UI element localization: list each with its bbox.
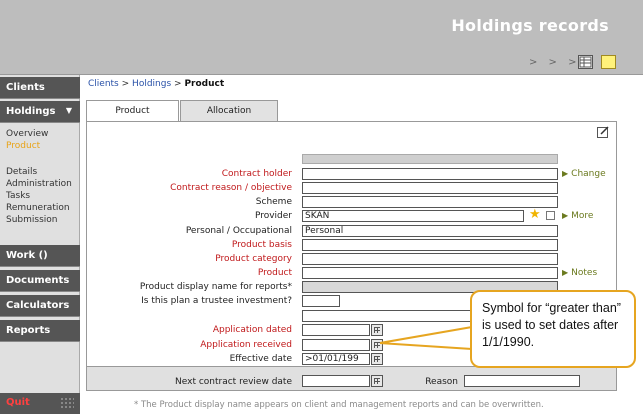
label-personal-occupational: Personal / Occupational xyxy=(185,226,292,236)
breadcrumb-sep: > xyxy=(174,79,182,89)
label-provider: Provider xyxy=(254,211,292,221)
sidebar-sub-tasks[interactable]: Tasks xyxy=(6,190,30,202)
sidebar-item-clients[interactable]: Clients xyxy=(0,77,80,99)
personal-occupational-field[interactable]: Personal xyxy=(302,225,558,237)
field-header-strip xyxy=(302,154,558,164)
label-reason: Reason xyxy=(425,377,458,387)
product-field[interactable] xyxy=(302,267,558,279)
sidebar-item-calculators[interactable]: Calculators xyxy=(0,295,80,317)
notes-link[interactable]: ▶ Notes xyxy=(562,268,597,278)
top-bar: Holdings records > > > xyxy=(0,0,643,75)
edit-icon[interactable] xyxy=(597,126,609,138)
quit-button[interactable]: Quit xyxy=(0,393,80,414)
label-product-category: Product category xyxy=(215,254,292,264)
provider-checkbox[interactable] xyxy=(546,211,555,220)
nav-arrows[interactable]: > > > xyxy=(529,57,581,68)
breadcrumb-sep: > xyxy=(121,79,130,89)
effective-date-field[interactable]: >01/01/199 xyxy=(302,353,370,365)
sidebar-sub-submission[interactable]: Submission xyxy=(6,214,58,226)
sidebar-sub-product[interactable]: Product xyxy=(6,140,40,152)
arrow-right-icon: ▶ xyxy=(562,211,569,220)
application-dated-field[interactable] xyxy=(302,324,370,336)
breadcrumb-current: Product xyxy=(184,79,225,89)
breadcrumb: Clients > Holdings > Product xyxy=(88,79,224,89)
sidebar-item-holdings[interactable]: Holdings ▼ xyxy=(0,101,80,123)
grid-view-icon[interactable] xyxy=(578,55,593,69)
chevron-down-icon: ▼ xyxy=(65,106,72,115)
reason-field[interactable] xyxy=(464,375,580,387)
sidebar: Clients Holdings ▼ Overview Product Deta… xyxy=(0,75,80,414)
sidebar-item-work[interactable]: Work () xyxy=(0,245,80,267)
trustee-field[interactable] xyxy=(302,295,340,307)
label-effective-date: Effective date xyxy=(229,354,292,364)
resize-grip-icon[interactable] xyxy=(60,397,74,409)
sidebar-sub-overview[interactable]: Overview xyxy=(6,128,48,140)
sidebar-item-reports[interactable]: Reports xyxy=(0,320,80,342)
breadcrumb-clients[interactable]: Clients xyxy=(88,79,119,89)
contract-holder-field[interactable] xyxy=(302,168,558,180)
quit-label: Quit xyxy=(6,397,30,408)
app-title: Holdings records xyxy=(451,16,609,35)
scheme-field[interactable] xyxy=(302,196,558,208)
arrow-right-icon: ▶ xyxy=(562,169,569,178)
more-link[interactable]: ▶ More xyxy=(562,211,593,221)
sidebar-sub-remuneration[interactable]: Remuneration xyxy=(6,202,70,214)
callout-pointer xyxy=(380,326,476,350)
arrow-right-icon: ▶ xyxy=(562,268,569,277)
product-basis-field[interactable] xyxy=(302,239,558,251)
label-trustee: Is this plan a trustee investment? xyxy=(141,296,292,306)
provider-field[interactable]: SKAN xyxy=(302,210,524,222)
change-link[interactable]: ▶ Change xyxy=(562,169,606,179)
sticky-note-icon[interactable] xyxy=(601,55,616,69)
label-scheme: Scheme xyxy=(255,197,292,207)
breadcrumb-holdings[interactable]: Holdings xyxy=(132,79,171,89)
sidebar-item-documents[interactable]: Documents xyxy=(0,270,80,292)
sidebar-sub-details[interactable]: Details xyxy=(6,166,37,178)
label-application-received: Application received xyxy=(200,340,292,350)
sidebar-sub-administration[interactable]: Administration xyxy=(6,178,72,190)
application-received-field[interactable] xyxy=(302,339,370,351)
sidebar-item-label: Holdings xyxy=(6,106,56,117)
product-category-field[interactable] xyxy=(302,253,558,265)
contract-reason-field[interactable] xyxy=(302,182,558,194)
footnote: * The Product display name appears on cl… xyxy=(134,400,544,410)
label-contract-reason: Contract reason / objective xyxy=(170,183,292,193)
label-product: Product xyxy=(257,268,292,278)
callout: Symbol for “greater than” is used to set… xyxy=(470,290,636,368)
label-contract-holder: Contract holder xyxy=(221,169,292,179)
star-icon[interactable]: ★ xyxy=(529,208,541,221)
label-application-dated: Application dated xyxy=(212,325,292,335)
tab-product[interactable]: Product xyxy=(86,100,179,122)
tab-allocation[interactable]: Allocation xyxy=(180,100,278,121)
label-display-name: Product display name for reports* xyxy=(139,282,292,292)
label-product-basis: Product basis xyxy=(231,240,292,250)
